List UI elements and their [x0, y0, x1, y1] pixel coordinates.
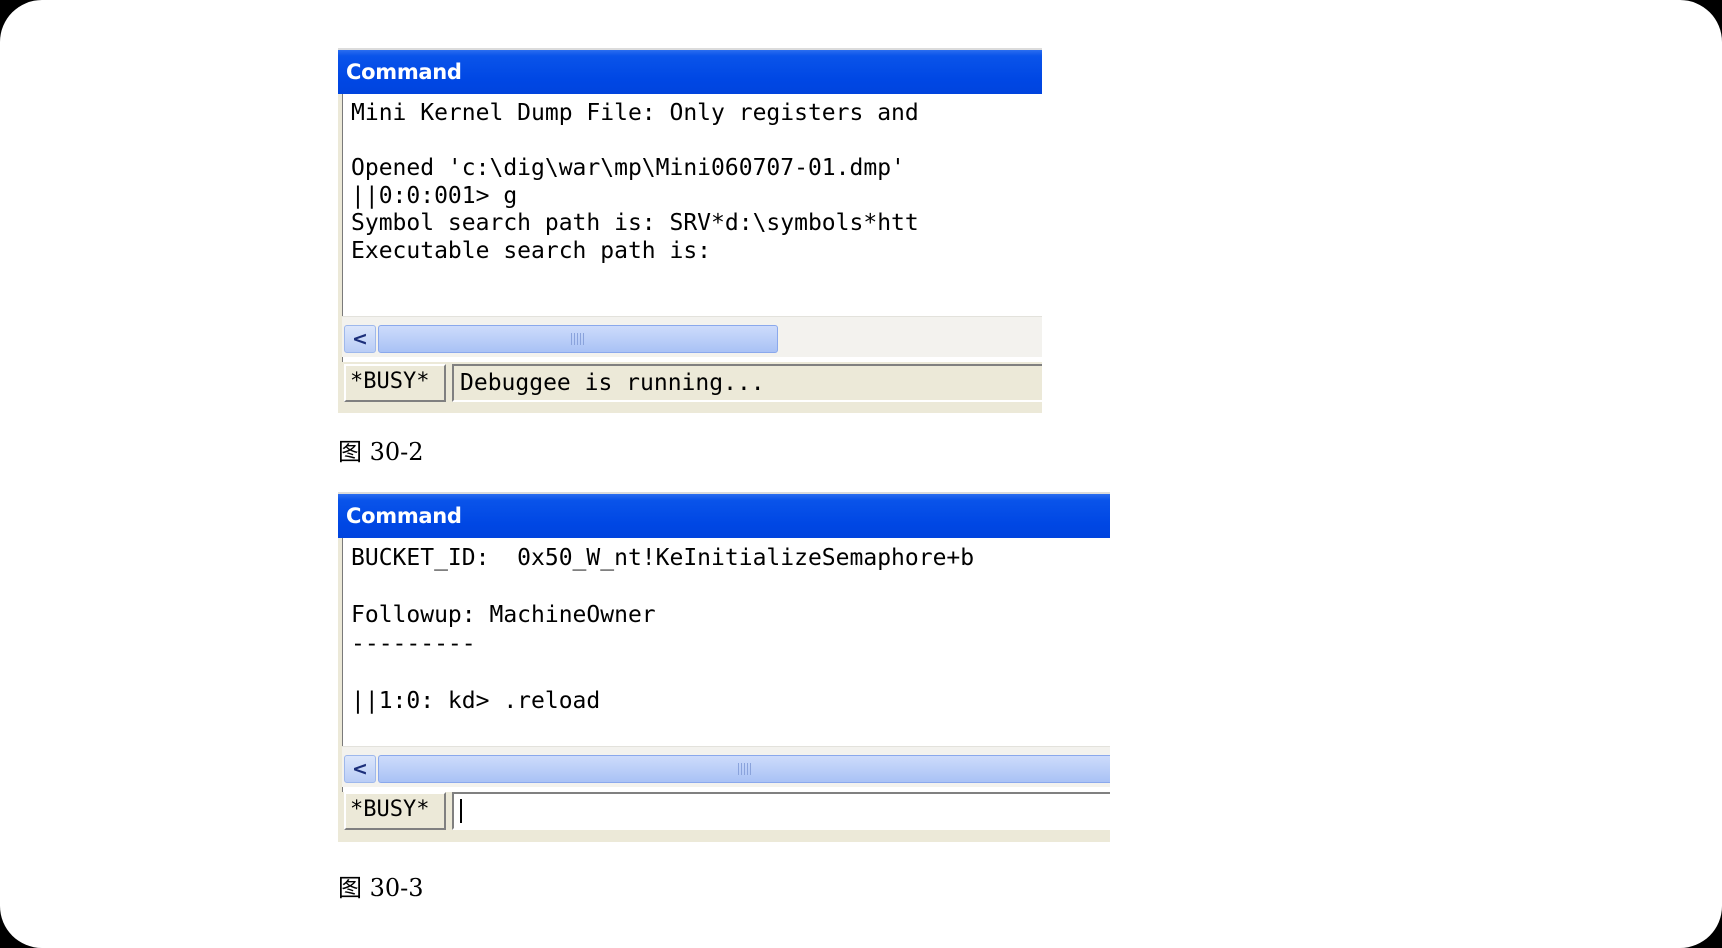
status-message: Debuggee is running...: [452, 364, 1042, 402]
output-line: BUCKET_ID: 0x50_W_nt!KeInitializeSemapho…: [351, 545, 975, 571]
window-title: Command: [346, 60, 462, 84]
output-lines: Mini Kernel Dump File: Only registers an…: [351, 100, 919, 265]
grip-icon: [737, 763, 752, 775]
scroll-thumb[interactable]: [378, 325, 778, 353]
scroll-left-button[interactable]: <: [344, 325, 376, 353]
grip-icon: [571, 333, 585, 345]
horizontal-scrollbar[interactable]: <: [342, 316, 1042, 357]
output-line: [351, 658, 974, 687]
output-line: Followup: MachineOwner: [351, 602, 656, 628]
output-line: Symbol search path is: SRV*d:\symbols*ht…: [351, 210, 919, 236]
status-row: *BUSY*: [342, 790, 1110, 834]
output-line: ||1:0: kd> .reload: [351, 687, 601, 714]
chevron-left-icon: <: [352, 758, 368, 780]
output-lines: BUCKET_ID: 0x50_W_nt!KeInitializeSemapho…: [351, 544, 974, 715]
status-row: *BUSY* Debuggee is running...: [342, 362, 1042, 406]
output-line: ---------: [351, 630, 476, 657]
command-window: Command Mini Kernel Dump File: Only regi…: [338, 48, 1042, 413]
command-window: Command BUCKET_ID: 0x50_W_nt!KeInitializ…: [338, 492, 1110, 842]
title-bar[interactable]: Command: [338, 48, 1042, 94]
command-input[interactable]: [452, 792, 1110, 830]
output-line: Opened 'c:\dig\war\mp\Mini060707-01.dmp': [351, 155, 905, 181]
horizontal-scrollbar[interactable]: <: [342, 746, 1110, 787]
output-line: ||0:0:001> g: [351, 182, 518, 209]
output-line: Executable search path is:: [351, 237, 712, 264]
page: Command Mini Kernel Dump File: Only regi…: [0, 0, 1722, 948]
figure-caption: 图 30-3: [338, 874, 424, 902]
output-line: [351, 128, 919, 156]
window-title: Command: [346, 504, 462, 528]
scroll-thumb[interactable]: [378, 755, 1110, 783]
scroll-left-button[interactable]: <: [344, 755, 376, 783]
output-line: Mini Kernel Dump File: Only registers an…: [351, 100, 919, 126]
figure-caption: 图 30-2: [338, 438, 424, 466]
busy-indicator: *BUSY*: [344, 364, 446, 402]
chevron-left-icon: <: [352, 328, 368, 350]
busy-indicator: *BUSY*: [344, 792, 446, 830]
output-line: [351, 573, 974, 602]
title-bar[interactable]: Command: [338, 492, 1110, 538]
text-caret: [460, 799, 462, 823]
